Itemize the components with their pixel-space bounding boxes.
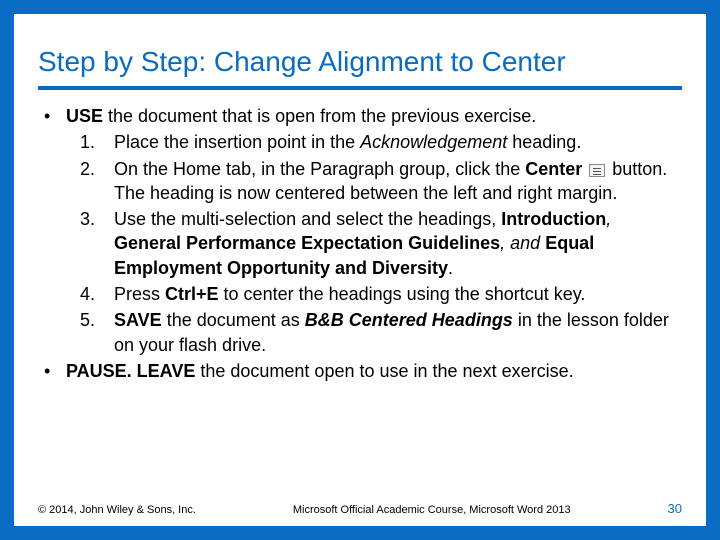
intro-rest: the document that is open from the previ… [103,106,536,126]
text: Place the insertion point in the [114,132,360,152]
heading-name: Introduction [501,209,606,229]
text: the document open to use in the next exe… [195,361,573,381]
step-number: 3. [74,207,114,280]
outro-bullet: • PAUSE. LEAVE the document open to use … [38,359,682,383]
step-number: 5. [74,308,114,357]
step-number: 2. [74,157,114,206]
text: to center the headings using the shortcu… [219,284,586,304]
shortcut-key: Ctrl+E [165,284,219,304]
button-name: Center [525,159,582,179]
step-1: 1. Place the insertion point in the Ackn… [74,130,682,154]
outro-text: PAUSE. LEAVE the document open to use in… [66,359,682,383]
step-text: Use the multi-selection and select the h… [114,207,682,280]
text: Press [114,284,165,304]
body-text: • USE the document that is open from the… [38,104,682,383]
numbered-list: 1. Place the insertion point in the Ackn… [38,130,682,357]
command: SAVE [114,310,162,330]
file-name: B&B Centered Headings [305,310,513,330]
text: . [448,258,453,278]
footer: © 2014, John Wiley & Sons, Inc. Microsof… [38,501,682,516]
step-text: SAVE the document as B&B Centered Headin… [114,308,682,357]
step-2: 2. On the Home tab, in the Paragraph gro… [74,157,682,206]
slide: Step by Step: Change Alignment to Center… [0,0,720,540]
outro-command: PAUSE. LEAVE [66,361,195,381]
step-number: 1. [74,130,114,154]
bullet-marker: • [38,359,66,383]
text: the document as [162,310,305,330]
center-align-icon [589,164,605,177]
step-number: 4. [74,282,114,306]
text: On the Home tab, in the Paragraph group,… [114,159,525,179]
slide-title: Step by Step: Change Alignment to Center [38,46,682,78]
course-title: Microsoft Official Academic Course, Micr… [293,504,571,516]
bullet-marker: • [38,104,66,128]
text: heading. [507,132,581,152]
step-text: On the Home tab, in the Paragraph group,… [114,157,682,206]
intro-command: USE [66,106,103,126]
step-3: 3. Use the multi-selection and select th… [74,207,682,280]
text: Use the multi-selection and select the h… [114,209,501,229]
page-number: 30 [668,501,682,516]
intro-text: USE the document that is open from the p… [66,104,682,128]
text: , [606,209,611,229]
text: , and [500,233,545,253]
title-rule [38,86,682,90]
intro-bullet: • USE the document that is open from the… [38,104,682,128]
heading-name: Acknowledgement [360,132,507,152]
step-text: Press Ctrl+E to center the headings usin… [114,282,682,306]
step-text: Place the insertion point in the Acknowl… [114,130,682,154]
copyright: © 2014, John Wiley & Sons, Inc. [38,504,196,516]
step-5: 5. SAVE the document as B&B Centered Hea… [74,308,682,357]
step-4: 4. Press Ctrl+E to center the headings u… [74,282,682,306]
heading-name: General Performance Expectation Guidelin… [114,233,500,253]
